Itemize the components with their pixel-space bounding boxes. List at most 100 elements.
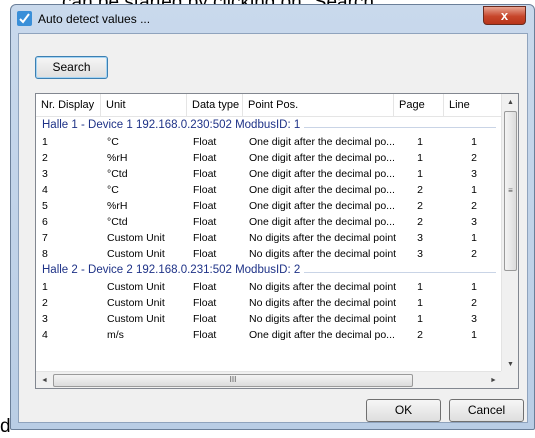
cell-unit: Custom Unit [107,313,165,325]
cell-line: 3 [471,216,477,228]
table-row[interactable]: 8 Custom Unit Float No digits after the dec… [36,247,502,263]
cancel-button[interactable]: Cancel [449,399,524,422]
cell-unit: Custom Unit [107,248,165,260]
cell-nr-display: 2 [42,297,48,309]
cell-line: 2 [471,200,477,212]
column-header-page[interactable]: Page [394,94,444,117]
cell-unit: °C [107,136,119,148]
column-header-unit[interactable]: Unit [101,94,187,117]
cell-page: 1 [417,297,423,309]
cell-nr-display: 4 [42,184,48,196]
table-row[interactable]: 4 m/s Float One digit after the decimal po.… [36,328,502,344]
cell-line: 1 [471,281,477,293]
app-icon [17,11,32,26]
group-header[interactable]: Halle 2 - Device 2 192.168.0.231:502 Mod… [36,263,502,280]
table-row[interactable]: 2 %rH Float One digit after the decimal po.… [36,151,502,167]
table-row[interactable]: 1 Custom Unit Float No digits after the dec… [36,280,502,296]
cell-data-type: Float [193,313,217,325]
cell-page: 1 [417,313,423,325]
cell-point-pos: No digits after the decimal point [249,313,397,325]
cell-point-pos: One digit after the decimal po... [249,216,395,228]
table-row[interactable]: 1 °C Float One digit after the decimal po..… [36,135,502,151]
cell-point-pos: No digits after the decimal point [249,281,397,293]
cell-page: 2 [417,200,423,212]
list-header: Nr. Display Unit Data type Point Pos. Pa… [36,94,502,117]
column-header-nr-display[interactable]: Nr. Display [36,94,101,117]
cell-nr-display: 3 [42,168,48,180]
cell-point-pos: One digit after the decimal po... [249,168,395,180]
window-title: Auto detect values ... [38,12,151,26]
table-row[interactable]: 7 Custom Unit Float No digits after the dec… [36,231,502,247]
cell-data-type: Float [193,184,217,196]
cell-nr-display: 8 [42,248,48,260]
cell-unit: %rH [107,152,128,164]
cell-data-type: Float [193,168,217,180]
cell-nr-display: 4 [42,329,48,341]
group-title: Halle 1 - Device 1 192.168.0.230:502 Mod… [42,119,305,131]
cell-point-pos: No digits after the decimal point [249,232,397,244]
vertical-scroll-thumb[interactable]: ≡ [504,111,517,271]
cell-page: 1 [417,281,423,293]
cell-unit: °Ctd [107,168,128,180]
table-row[interactable]: 5 %rH Float One digit after the decimal po.… [36,199,502,215]
cell-page: 1 [417,136,423,148]
cell-page: 2 [417,216,423,228]
horizontal-scrollbar[interactable]: ◄ III ► [36,371,502,388]
cell-line: 3 [471,168,477,180]
table-row[interactable]: 3 Custom Unit Float No digits after the dec… [36,312,502,328]
cell-page: 3 [417,232,423,244]
scroll-left-icon[interactable]: ◄ [36,372,53,388]
cell-nr-display: 3 [42,313,48,325]
cell-data-type: Float [193,281,217,293]
table-row[interactable]: 3 °Ctd Float One digit after the decimal po… [36,167,502,183]
cell-unit: Custom Unit [107,232,165,244]
dialog-client-area: Search Nr. Display Unit Data type Point … [18,33,528,423]
column-header-data-type[interactable]: Data type [187,94,243,117]
cell-data-type: Float [193,216,217,228]
table-row[interactable]: 4 °C Float One digit after the decimal po..… [36,183,502,199]
cell-point-pos: No digits after the decimal point [249,297,397,309]
cell-data-type: Float [193,152,217,164]
cell-data-type: Float [193,136,217,148]
cell-point-pos: One digit after the decimal po... [249,152,395,164]
cell-point-pos: One digit after the decimal po... [249,136,395,148]
cell-nr-display: 1 [42,136,48,148]
scroll-up-icon[interactable]: ▲ [502,94,518,111]
cell-line: 1 [471,184,477,196]
cell-line: 1 [471,136,477,148]
column-header-point-pos[interactable]: Point Pos. [243,94,394,117]
cell-point-pos: One digit after the decimal po... [249,200,395,212]
cell-unit: °C [107,184,119,196]
title-bar[interactable]: Auto detect values ... x [11,5,534,33]
cell-line: 2 [471,248,477,260]
cell-data-type: Float [193,232,217,244]
table-row[interactable]: 2 Custom Unit Float No digits after the dec… [36,296,502,312]
cell-line: 2 [471,297,477,309]
cell-unit: °Ctd [107,216,128,228]
cell-nr-display: 5 [42,200,48,212]
cell-line: 2 [471,152,477,164]
cell-nr-display: 2 [42,152,48,164]
cell-line: 1 [471,232,477,244]
cell-data-type: Float [193,297,217,309]
cell-nr-display: 7 [42,232,48,244]
scrollbar-corner [501,371,518,388]
group-header[interactable]: Halle 1 - Device 1 192.168.0.230:502 Mod… [36,118,502,135]
search-button[interactable]: Search [35,56,108,79]
column-header-line[interactable]: Line [444,94,502,117]
cell-page: 2 [417,329,423,341]
close-button[interactable]: x [483,6,526,25]
values-list[interactable]: Nr. Display Unit Data type Point Pos. Pa… [35,93,519,389]
cell-nr-display: 1 [42,281,48,293]
cell-unit: m/s [107,329,124,341]
scroll-right-icon[interactable]: ► [485,372,502,388]
cell-point-pos: One digit after the decimal po... [249,329,395,341]
list-body: Halle 1 - Device 1 192.168.0.230:502 Mod… [36,118,502,344]
cell-page: 1 [417,168,423,180]
table-row[interactable]: 6 °Ctd Float One digit after the decimal po… [36,215,502,231]
cell-unit: %rH [107,200,128,212]
dialog-window: Auto detect values ... x Search Nr. Disp… [10,4,535,430]
ok-button[interactable]: OK [366,399,441,422]
vertical-scrollbar[interactable]: ▲ ≡ ▼ [501,94,518,373]
horizontal-scroll-thumb[interactable]: III [53,374,413,387]
